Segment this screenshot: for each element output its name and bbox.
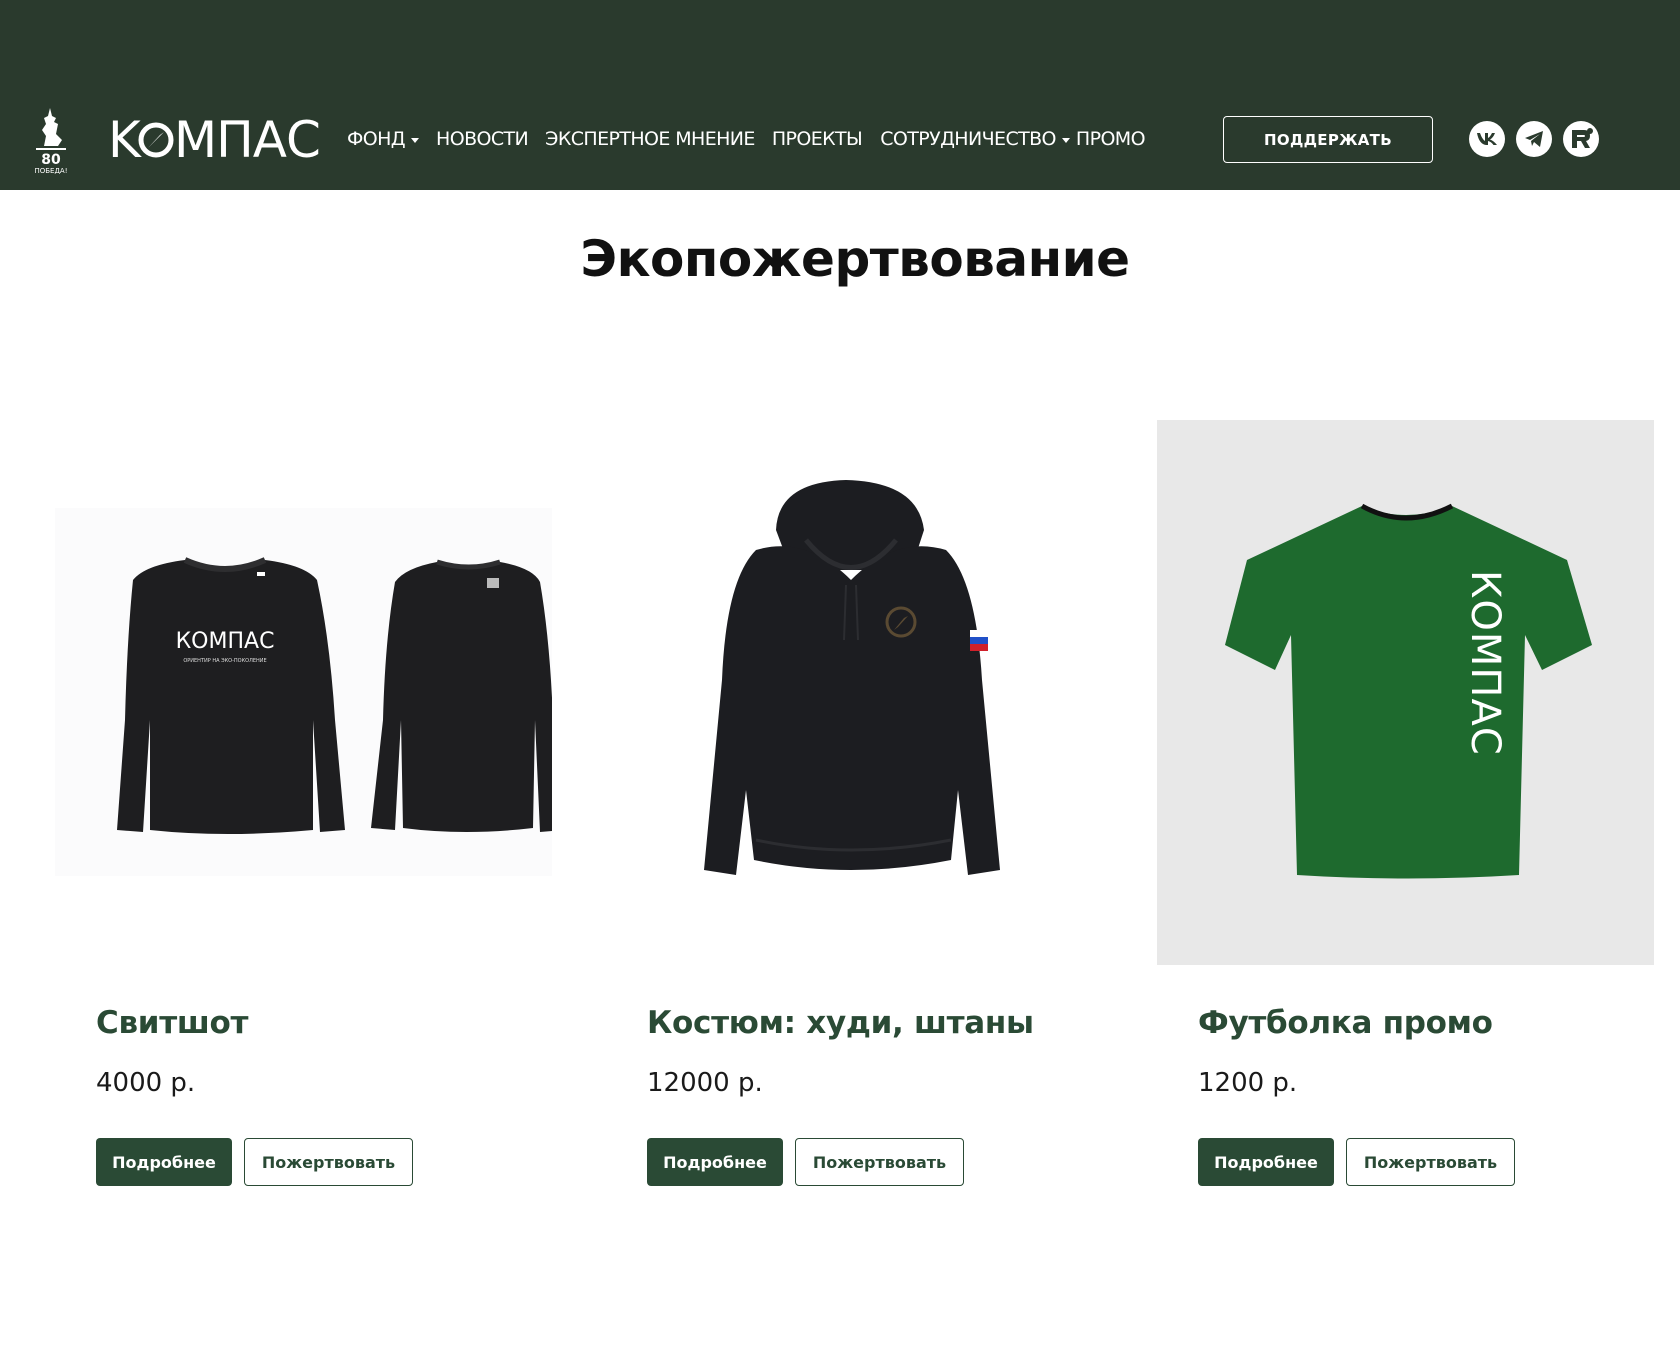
product-image-hoodie[interactable] — [606, 420, 1103, 965]
victory-80-badge[interactable]: 80 ПОБЕДА! — [32, 106, 70, 175]
product-image-sweatshirt[interactable]: КОМПАС ОРИЕНТИР НА ЭКО-ПОКОЛЕНИЕ — [55, 420, 552, 965]
telegram-icon[interactable] — [1516, 121, 1552, 157]
product-title[interactable]: Свитшот — [96, 1005, 248, 1041]
product-price: 12000 р. — [647, 1068, 763, 1098]
nav-item-promo[interactable]: ПРОМО — [1076, 128, 1146, 150]
product-title[interactable]: Футболка промо — [1198, 1005, 1493, 1041]
nav-item-expert-opinion[interactable]: ЭКСПЕРТНОЕ МНЕНИЕ — [545, 128, 755, 150]
donate-button[interactable]: Пожертвовать — [1346, 1138, 1515, 1186]
product-price: 1200 р. — [1198, 1068, 1298, 1098]
svg-text:МПАС: МПАС — [174, 111, 320, 166]
main-nav: ФОНД НОВОСТИ ЭКСПЕРТНОЕ МНЕНИЕ ПРОЕКТЫ С… — [347, 128, 1146, 150]
chevron-down-icon — [411, 138, 420, 143]
page-title: Экопожертвование — [580, 230, 1130, 288]
donate-button[interactable]: Пожертвовать — [244, 1138, 413, 1186]
sweatshirt-print-text: КОМПАС — [176, 629, 275, 654]
nav-item-projects[interactable]: ПРОЕКТЫ — [772, 128, 863, 150]
product-image-tshirt[interactable]: КОМПАС — [1157, 420, 1654, 965]
svg-text:80: 80 — [41, 152, 61, 168]
sweatshirt-print-subtext: ОРИЕНТИР НА ЭКО-ПОКОЛЕНИЕ — [183, 658, 266, 664]
rutube-icon[interactable] — [1563, 121, 1599, 157]
details-button[interactable]: Подробнее — [96, 1138, 232, 1186]
site-header: 80 ПОБЕДА! K МПАС ФОНД НОВОСТИ ЭКСПЕРТНО… — [0, 0, 1680, 190]
tshirt-print-text: КОМПАС — [1462, 570, 1508, 756]
nav-item-cooperation[interactable]: СОТРУДНИЧЕСТВО — [880, 128, 1070, 150]
chevron-down-icon — [1061, 138, 1070, 143]
donate-button[interactable]: Пожертвовать — [795, 1138, 964, 1186]
svg-text:K: K — [108, 111, 142, 166]
details-button[interactable]: Подробнее — [647, 1138, 783, 1186]
svg-text:ПОБЕДА!: ПОБЕДА! — [34, 167, 67, 174]
product-title[interactable]: Костюм: худи, штаны — [647, 1005, 1034, 1041]
kompas-logo[interactable]: K МПАС — [108, 110, 326, 169]
product-price: 4000 р. — [96, 1068, 196, 1098]
vk-icon[interactable] — [1469, 121, 1505, 157]
details-button[interactable]: Подробнее — [1198, 1138, 1334, 1186]
support-button[interactable]: ПОДДЕРЖАТЬ — [1223, 116, 1433, 163]
nav-item-news[interactable]: НОВОСТИ — [436, 128, 529, 150]
nav-item-fond[interactable]: ФОНД — [347, 128, 420, 150]
